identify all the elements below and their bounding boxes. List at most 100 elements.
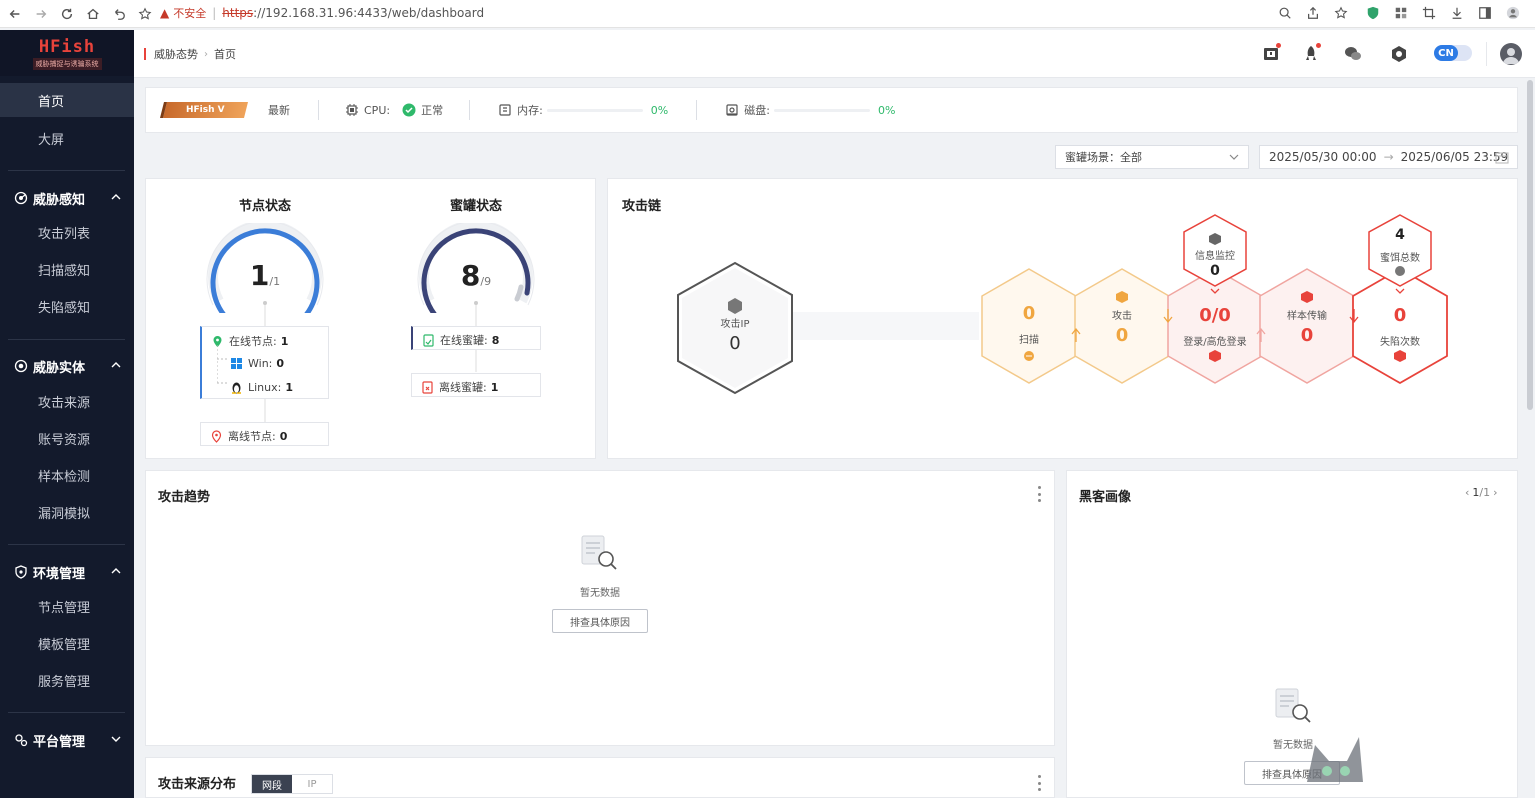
address-bar[interactable]: ▲ 不安全 | https ://192.168.31.96:4433/web/…: [160, 2, 1350, 24]
compromise-label: 失陷次数: [1380, 337, 1420, 348]
memory-icon: [498, 103, 512, 117]
offline-honeypots-value: 1: [490, 380, 499, 394]
chevron-up-icon: [111, 566, 121, 576]
offline-nodes-label: 离线节点:: [228, 430, 276, 443]
sidebar-item-label: 首页: [38, 94, 65, 110]
address-actions: [1276, 4, 1535, 22]
update-status[interactable]: 最新: [268, 102, 290, 118]
more-options-icon[interactable]: [1037, 775, 1041, 791]
breadcrumb-separator: ›: [204, 48, 208, 60]
chevron-right-icon[interactable]: ›: [1493, 486, 1497, 499]
eye-icon: [14, 359, 28, 373]
sidebar-item-label: 扫描感知: [38, 263, 91, 279]
sidebar-item-attack-source[interactable]: 攻击来源: [0, 384, 134, 418]
chevron-left-icon[interactable]: ‹: [1465, 486, 1469, 499]
top-header: 威胁态势 › 首页 CN: [134, 30, 1535, 78]
sidebar-group-label: 威胁实体: [33, 360, 86, 376]
sidebar-item-scan-perception[interactable]: 扫描感知: [0, 252, 134, 286]
sidebar-item-big-screen[interactable]: 大屏: [0, 121, 134, 155]
cpu-label: CPU:: [364, 103, 391, 117]
sidebar-group-label: 威胁感知: [33, 192, 86, 208]
hexagon-settings-icon[interactable]: [1388, 43, 1410, 65]
memory-progress-bar: [546, 108, 643, 112]
online-nodes-label: 在线节点:: [229, 335, 277, 348]
wechat-icon[interactable]: [1342, 43, 1364, 65]
attack-label: 攻击: [1112, 311, 1132, 322]
profile-icon[interactable]: [1504, 4, 1522, 22]
sidebar-item-label: 失陷感知: [38, 300, 91, 316]
sidebar-item-label: 样本检测: [38, 469, 91, 485]
alert-board-icon[interactable]: [1260, 43, 1282, 65]
node-count: 1: [249, 259, 270, 292]
honeypot-scene-select[interactable]: 蜜罐场景：全部: [1055, 145, 1249, 169]
sidebar-toggle-icon[interactable]: [1476, 4, 1494, 22]
cpu-icon: [345, 103, 359, 117]
sidebar-item-vuln-simulation[interactable]: 漏洞模拟: [0, 495, 134, 529]
avatar[interactable]: [1500, 43, 1522, 65]
radar-icon: [14, 191, 28, 205]
tab-network-segment[interactable]: 网段: [252, 775, 292, 793]
sidebar-item-attack-list[interactable]: 攻击列表: [0, 215, 134, 249]
sidebar-item-sample-detection[interactable]: 样本检测: [0, 458, 134, 492]
sidebar-group-environment[interactable]: 环境管理: [0, 557, 134, 587]
sidebar-group-threat-perception[interactable]: 威胁感知: [0, 183, 134, 213]
status-divider: [318, 100, 319, 120]
sidebar-divider: [8, 170, 125, 171]
page-scrollbar[interactable]: [1527, 80, 1533, 410]
zoom-icon[interactable]: [1276, 4, 1294, 22]
sidebar-item-home[interactable]: 首页: [0, 83, 134, 117]
bait-total-label: 蜜饵总数: [1380, 253, 1420, 264]
undo-icon[interactable]: [110, 5, 128, 23]
rocket-icon[interactable]: [1300, 43, 1322, 65]
sidebar-group-platform[interactable]: 平台管理: [0, 725, 134, 755]
sidebar-item-template-management[interactable]: 模板管理: [0, 626, 134, 660]
date-start[interactable]: 2025/05/30 00:00: [1269, 150, 1377, 164]
chevron-up-icon: [111, 192, 121, 202]
status-divider: [696, 100, 698, 120]
url-text: ://192.168.31.96:4433/web/dashboard: [253, 6, 485, 20]
offline-nodes-row: 离线节点: 0: [210, 428, 287, 444]
honeypot-status-value: 8/9: [416, 259, 536, 292]
more-options-icon[interactable]: [1037, 486, 1041, 502]
honeypot-offline-icon: [421, 380, 434, 394]
logo[interactable]: HFish 威胁捕捉与诱骗系统: [0, 30, 134, 76]
header-divider: [1486, 42, 1487, 66]
date-range-picker[interactable]: 2025/05/30 00:00 → 2025/06/05 23:59: [1259, 145, 1518, 169]
sidebar-group-label: 平台管理: [33, 734, 86, 750]
troubleshoot-button[interactable]: 排查具体原因: [552, 609, 648, 633]
breadcrumb: 威胁态势 › 首页: [144, 46, 236, 62]
tab-ip[interactable]: IP: [292, 775, 332, 793]
sidebar-item-compromise-perception[interactable]: 失陷感知: [0, 289, 134, 323]
sidebar-item-node-management[interactable]: 节点管理: [0, 589, 134, 623]
reload-icon[interactable]: [58, 5, 76, 23]
mascot-cat-icon: [1307, 737, 1363, 782]
breadcrumb-marker: [144, 48, 146, 60]
home-icon[interactable]: [84, 5, 102, 23]
check-circle-icon: [402, 103, 416, 117]
offline-honeypots-label: 离线蜜罐:: [439, 381, 487, 394]
linux-penguin-icon: [230, 381, 243, 394]
sidebar-item-service-management[interactable]: 服务管理: [0, 663, 134, 697]
online-honeypots-label: 在线蜜罐:: [440, 334, 488, 347]
breadcrumb-item[interactable]: 威胁态势: [154, 46, 198, 62]
sidebar-item-label: 攻击列表: [38, 226, 91, 242]
chevron-down-icon: [1229, 152, 1239, 162]
scan-label: 扫描: [1019, 335, 1039, 346]
favorite-icon[interactable]: [1332, 4, 1350, 22]
date-end[interactable]: 2025/06/05 23:59: [1401, 150, 1509, 164]
sidebar-group-threat-entity[interactable]: 威胁实体: [0, 351, 134, 381]
extension-grid-icon[interactable]: [1392, 4, 1410, 22]
empty-state-text: 暂无数据: [580, 588, 620, 599]
sidebar-divider: [8, 339, 125, 340]
location-pin-offline-icon: [210, 429, 223, 443]
bookmark-star-icon[interactable]: [136, 5, 154, 23]
language-toggle[interactable]: CN: [1434, 45, 1472, 61]
extension-shield-icon[interactable]: [1364, 4, 1382, 22]
disk-progress-bar: [773, 108, 870, 112]
crop-icon[interactable]: [1420, 4, 1438, 22]
forward-icon[interactable]: [32, 5, 50, 23]
sidebar-item-account-resources[interactable]: 账号资源: [0, 421, 134, 455]
back-icon[interactable]: [6, 5, 24, 23]
download-icon[interactable]: [1448, 4, 1466, 22]
share-icon[interactable]: [1304, 4, 1322, 22]
